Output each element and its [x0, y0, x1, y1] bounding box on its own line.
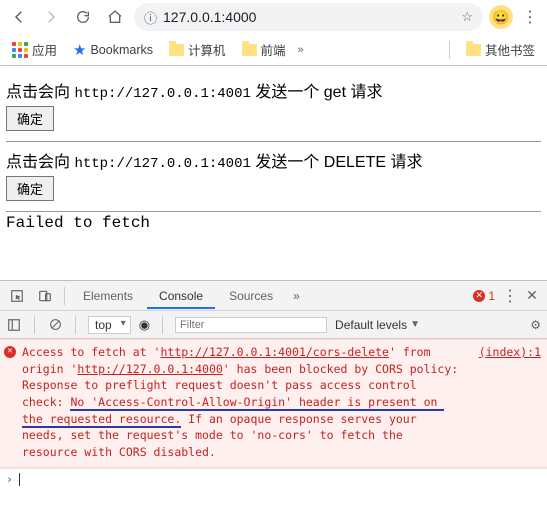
devtools-menu-icon[interactable]: ⋮	[501, 286, 519, 306]
text: 发送一个 DELETE 请求	[251, 154, 423, 171]
bookmarks-label: Bookmarks	[90, 43, 153, 57]
context-selector[interactable]: top	[88, 316, 131, 334]
error-message: Access to fetch at 'http://127.0.0.1:400…	[22, 344, 465, 461]
star-icon: ★	[73, 41, 86, 59]
other-bookmarks[interactable]: 其他书签	[462, 38, 539, 61]
folder-frontend[interactable]: 前端	[238, 38, 290, 61]
error-url-origin[interactable]: http://127.0.0.1:4000	[77, 362, 222, 376]
delete-section: 点击会向 http://127.0.0.1:4001 发送一个 DELETE 请…	[6, 142, 541, 212]
browser-menu-icon[interactable]: ⋮	[519, 7, 541, 27]
profile-avatar[interactable]: 😀	[489, 5, 513, 29]
console-output: ✕ Access to fetch at 'http://127.0.0.1:4…	[0, 339, 547, 490]
text: 点击会向	[6, 154, 74, 171]
device-toggle-icon[interactable]	[32, 283, 58, 309]
address-bar[interactable]: ⓘ 127.0.0.1:4000 ☆	[134, 3, 483, 31]
error-count: 1	[488, 289, 495, 303]
devtools-close-icon[interactable]: ✕	[521, 287, 543, 304]
error-count-badge[interactable]: ✕ 1	[473, 289, 499, 303]
tab-console[interactable]: Console	[147, 283, 215, 309]
devtools-panel: Elements Console Sources » ✕ 1 ⋮ ✕ top ◉…	[0, 280, 547, 490]
apps-label: 应用	[32, 40, 57, 59]
devtools-tabbar: Elements Console Sources » ✕ 1 ⋮ ✕	[0, 281, 547, 311]
separator	[64, 287, 65, 305]
folder-icon	[169, 44, 184, 56]
folder-computer-label: 计算机	[188, 40, 226, 59]
folder-frontend-label: 前端	[261, 40, 286, 59]
inspect-element-icon[interactable]	[4, 283, 30, 309]
error-url-request[interactable]: http://127.0.0.1:4001/cors-delete	[160, 345, 388, 359]
get-description: 点击会向 http://127.0.0.1:4001 发送一个 get 请求	[6, 78, 541, 102]
error-source-link[interactable]: (index):1	[471, 344, 541, 461]
log-levels-selector[interactable]: Default levels ▼	[335, 318, 420, 332]
chevron-down-icon: ▼	[410, 319, 420, 330]
home-button[interactable]	[102, 4, 128, 30]
page-body: 点击会向 http://127.0.0.1:4001 发送一个 get 请求 确…	[0, 66, 547, 240]
other-bookmarks-label: 其他书签	[485, 40, 535, 59]
live-expression-icon[interactable]: ◉	[139, 317, 150, 333]
separator	[34, 316, 35, 334]
tabs-overflow[interactable]: »	[287, 283, 306, 309]
bookmarks-folder[interactable]: ★ Bookmarks	[69, 39, 157, 61]
delete-confirm-button[interactable]: 确定	[6, 176, 54, 201]
site-info-icon[interactable]: ⓘ	[144, 8, 157, 27]
folder-icon	[242, 44, 257, 56]
fetch-result: Failed to fetch	[6, 212, 541, 232]
browser-toolbar: ⓘ 127.0.0.1:4000 ☆ 😀 ⋮	[0, 0, 547, 34]
tab-elements[interactable]: Elements	[71, 283, 145, 309]
console-sidebar-toggle-icon[interactable]	[6, 317, 22, 333]
separator	[162, 316, 163, 334]
url-text: 127.0.0.1:4000	[163, 9, 256, 25]
target-url: http://127.0.0.1:4001	[74, 86, 250, 102]
console-error-row: ✕ Access to fetch at 'http://127.0.0.1:4…	[0, 339, 547, 468]
folder-icon	[466, 44, 481, 56]
apps-icon	[12, 42, 28, 58]
prompt-caret-icon: ›	[6, 471, 13, 488]
apps-shortcut[interactable]: 应用	[8, 38, 61, 61]
tab-sources[interactable]: Sources	[217, 283, 285, 309]
console-settings-icon[interactable]: ⚙	[530, 318, 541, 332]
reload-button[interactable]	[70, 4, 96, 30]
console-filter-input[interactable]	[175, 317, 327, 333]
error-badge-icon: ✕	[473, 290, 485, 302]
bookmark-star-icon[interactable]: ☆	[461, 9, 473, 25]
back-button[interactable]	[6, 4, 32, 30]
error-icon: ✕	[4, 346, 16, 358]
separator	[449, 41, 450, 59]
forward-button[interactable]	[38, 4, 64, 30]
console-toolbar: top ◉ Default levels ▼ ⚙	[0, 311, 547, 339]
folder-computer[interactable]: 计算机	[165, 38, 230, 61]
get-confirm-button[interactable]: 确定	[6, 106, 54, 131]
target-url: http://127.0.0.1:4001	[74, 156, 250, 172]
levels-label: Default levels	[335, 318, 407, 332]
clear-console-icon[interactable]	[47, 317, 63, 333]
text-cursor	[19, 473, 20, 486]
delete-description: 点击会向 http://127.0.0.1:4001 发送一个 DELETE 请…	[6, 148, 541, 172]
bookmarks-bar: 应用 ★ Bookmarks 计算机 前端 » 其他书签	[0, 34, 547, 66]
text: 发送一个 get 请求	[251, 84, 383, 101]
get-section: 点击会向 http://127.0.0.1:4001 发送一个 get 请求 确…	[6, 72, 541, 142]
bookmarks-overflow[interactable]: »	[298, 44, 304, 56]
text: 点击会向	[6, 84, 74, 101]
separator	[75, 316, 76, 334]
console-prompt[interactable]: ›	[0, 468, 547, 490]
